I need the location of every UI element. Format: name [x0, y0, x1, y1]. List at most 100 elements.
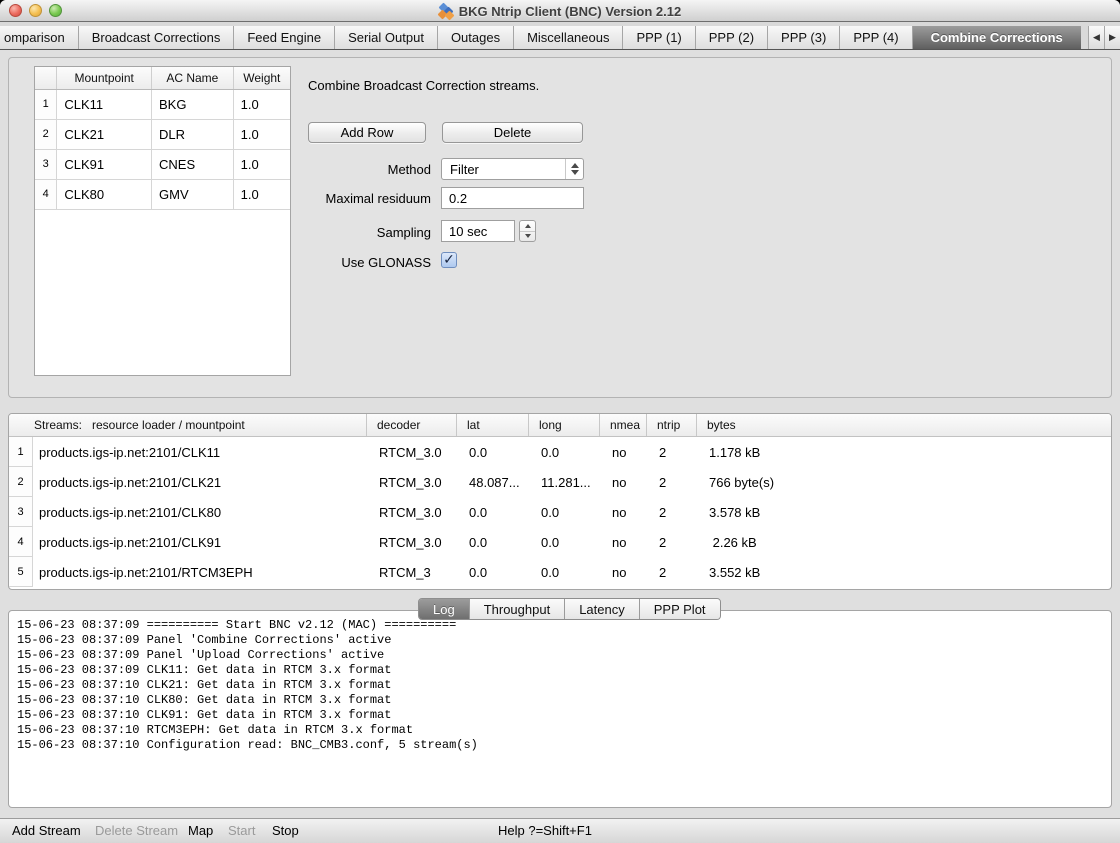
tab-outages[interactable]: Outages: [437, 26, 513, 49]
stream-lat[interactable]: 0.0: [456, 497, 528, 527]
stream-long[interactable]: 0.0: [528, 527, 599, 557]
stream-mountpoint[interactable]: products.igs-ip.net:2101/CLK80: [33, 497, 366, 527]
stream-ntrip[interactable]: 2: [646, 497, 696, 527]
maximal-residuum-field[interactable]: 0.2: [441, 187, 584, 209]
stream-lat[interactable]: 0.0: [456, 527, 528, 557]
sampling-field[interactable]: 10 sec: [441, 220, 515, 242]
cell-ac-name[interactable]: GMV: [152, 179, 234, 209]
table-row[interactable]: 2 CLK21 DLR 1.0: [35, 119, 290, 149]
header-weight[interactable]: Weight: [233, 67, 290, 89]
stream-mountpoint[interactable]: products.igs-ip.net:2101/RTCM3EPH: [33, 557, 366, 587]
header-ntrip[interactable]: ntrip: [646, 414, 696, 436]
log-output-area[interactable]: 15-06-23 08:37:09 ========== Start BNC v…: [8, 610, 1112, 808]
log-line: 15-06-23 08:37:10 Configuration read: BN…: [17, 738, 1111, 753]
header-lat[interactable]: lat: [456, 414, 528, 436]
method-value: Filter: [442, 162, 565, 177]
header-decoder[interactable]: decoder: [366, 414, 456, 436]
stream-row[interactable]: 4 products.igs-ip.net:2101/CLK91 RTCM_3.…: [9, 527, 1111, 557]
tab-scroll-right-icon[interactable]: ▶: [1104, 26, 1120, 49]
table-row[interactable]: 4 CLK80 GMV 1.0: [35, 179, 290, 209]
method-dropdown[interactable]: Filter: [441, 158, 584, 180]
header-mountpoint[interactable]: Mountpoint: [57, 67, 152, 89]
cell-ac-name[interactable]: DLR: [152, 119, 234, 149]
stream-nmea[interactable]: no: [599, 437, 646, 467]
header-streams-mountpoint[interactable]: Streams: resource loader / mountpoint: [9, 414, 366, 436]
stepper-down-icon[interactable]: [520, 232, 535, 242]
stream-nmea[interactable]: no: [599, 497, 646, 527]
stream-decoder[interactable]: RTCM_3.0: [366, 467, 456, 497]
stream-lat[interactable]: 48.087...: [456, 467, 528, 497]
add-row-button[interactable]: Add Row: [308, 122, 426, 143]
stream-bytes[interactable]: 1.178 kB: [696, 437, 1111, 467]
tab-ppp-4[interactable]: PPP (4): [839, 26, 911, 49]
stream-long[interactable]: 11.281...: [528, 467, 599, 497]
stream-nmea[interactable]: no: [599, 527, 646, 557]
cell-ac-name[interactable]: BKG: [152, 89, 234, 119]
tab-serial-output[interactable]: Serial Output: [334, 26, 437, 49]
log-line: 15-06-23 08:37:10 RTCM3EPH: Get data in …: [17, 723, 1111, 738]
tab-ppp-2[interactable]: PPP (2): [695, 26, 767, 49]
header-nmea[interactable]: nmea: [599, 414, 646, 436]
stream-row[interactable]: 3 products.igs-ip.net:2101/CLK80 RTCM_3.…: [9, 497, 1111, 527]
stream-mountpoint[interactable]: products.igs-ip.net:2101/CLK21: [33, 467, 366, 497]
tab-ppp-3[interactable]: PPP (3): [767, 26, 839, 49]
stream-long[interactable]: 0.0: [528, 497, 599, 527]
tab-throughput[interactable]: Throughput: [469, 599, 565, 619]
stream-bytes[interactable]: 766 byte(s): [696, 467, 1111, 497]
stream-lat[interactable]: 0.0: [456, 437, 528, 467]
tab-miscellaneous[interactable]: Miscellaneous: [513, 26, 622, 49]
tab-log[interactable]: Log: [419, 599, 469, 619]
stream-nmea[interactable]: no: [599, 467, 646, 497]
stream-decoder[interactable]: RTCM_3.0: [366, 527, 456, 557]
tab-scroll-left-icon[interactable]: ◀: [1088, 26, 1104, 49]
add-stream-button[interactable]: Add Stream: [12, 823, 81, 838]
stream-bytes[interactable]: 2.26 kB: [696, 527, 1111, 557]
cell-weight[interactable]: 1.0: [233, 119, 290, 149]
stream-ntrip[interactable]: 2: [646, 527, 696, 557]
stream-row[interactable]: 1 products.igs-ip.net:2101/CLK11 RTCM_3.…: [9, 437, 1111, 467]
stream-decoder[interactable]: RTCM_3.0: [366, 497, 456, 527]
stream-mountpoint[interactable]: products.igs-ip.net:2101/CLK91: [33, 527, 366, 557]
use-glonass-checkbox[interactable]: ✓: [441, 252, 457, 268]
cell-mountpoint[interactable]: CLK80: [57, 179, 152, 209]
stream-lat[interactable]: 0.0: [456, 557, 528, 587]
tab-comparison[interactable]: omparison: [0, 26, 78, 49]
log-line: 15-06-23 08:37:09 Panel 'Upload Correcti…: [17, 648, 1111, 663]
header-bytes[interactable]: bytes: [696, 414, 1111, 436]
stream-ntrip[interactable]: 2: [646, 467, 696, 497]
panel-description: Combine Broadcast Correction streams.: [308, 78, 539, 93]
stream-ntrip[interactable]: 2: [646, 437, 696, 467]
log-line: 15-06-23 08:37:09 Panel 'Combine Correct…: [17, 633, 1111, 648]
header-ac-name[interactable]: AC Name: [152, 67, 234, 89]
stream-row[interactable]: 2 products.igs-ip.net:2101/CLK21 RTCM_3.…: [9, 467, 1111, 497]
tab-latency[interactable]: Latency: [564, 599, 639, 619]
cell-mountpoint[interactable]: CLK91: [57, 149, 152, 179]
sampling-stepper[interactable]: [519, 220, 536, 242]
stepper-up-icon[interactable]: [520, 221, 535, 232]
stream-ntrip[interactable]: 2: [646, 557, 696, 587]
tab-ppp-plot[interactable]: PPP Plot: [639, 599, 720, 619]
stream-decoder[interactable]: RTCM_3.0: [366, 437, 456, 467]
stream-mountpoint[interactable]: products.igs-ip.net:2101/CLK11: [33, 437, 366, 467]
stream-row[interactable]: 5 products.igs-ip.net:2101/RTCM3EPH RTCM…: [9, 557, 1111, 587]
tab-feed-engine[interactable]: Feed Engine: [233, 26, 334, 49]
stream-decoder[interactable]: RTCM_3: [366, 557, 456, 587]
stream-long[interactable]: 0.0: [528, 557, 599, 587]
cell-weight[interactable]: 1.0: [233, 89, 290, 119]
stream-bytes[interactable]: 3.578 kB: [696, 497, 1111, 527]
table-row[interactable]: 3 CLK91 CNES 1.0: [35, 149, 290, 179]
tab-ppp-1[interactable]: PPP (1): [622, 26, 694, 49]
map-button[interactable]: Map: [188, 823, 213, 838]
table-row[interactable]: 1 CLK11 BKG 1.0: [35, 89, 290, 119]
tab-broadcast-corrections[interactable]: Broadcast Corrections: [78, 26, 234, 49]
header-long[interactable]: long: [528, 414, 599, 436]
stop-button[interactable]: Stop: [272, 823, 299, 838]
tab-combine-corrections[interactable]: Combine Corrections: [912, 26, 1081, 49]
cell-mountpoint[interactable]: CLK21: [57, 119, 152, 149]
cell-ac-name[interactable]: CNES: [152, 149, 234, 179]
stream-bytes[interactable]: 3.552 kB: [696, 557, 1111, 587]
stream-long[interactable]: 0.0: [528, 437, 599, 467]
delete-button[interactable]: Delete: [442, 122, 583, 143]
stream-nmea[interactable]: no: [599, 557, 646, 587]
cell-mountpoint[interactable]: CLK11: [57, 89, 152, 119]
